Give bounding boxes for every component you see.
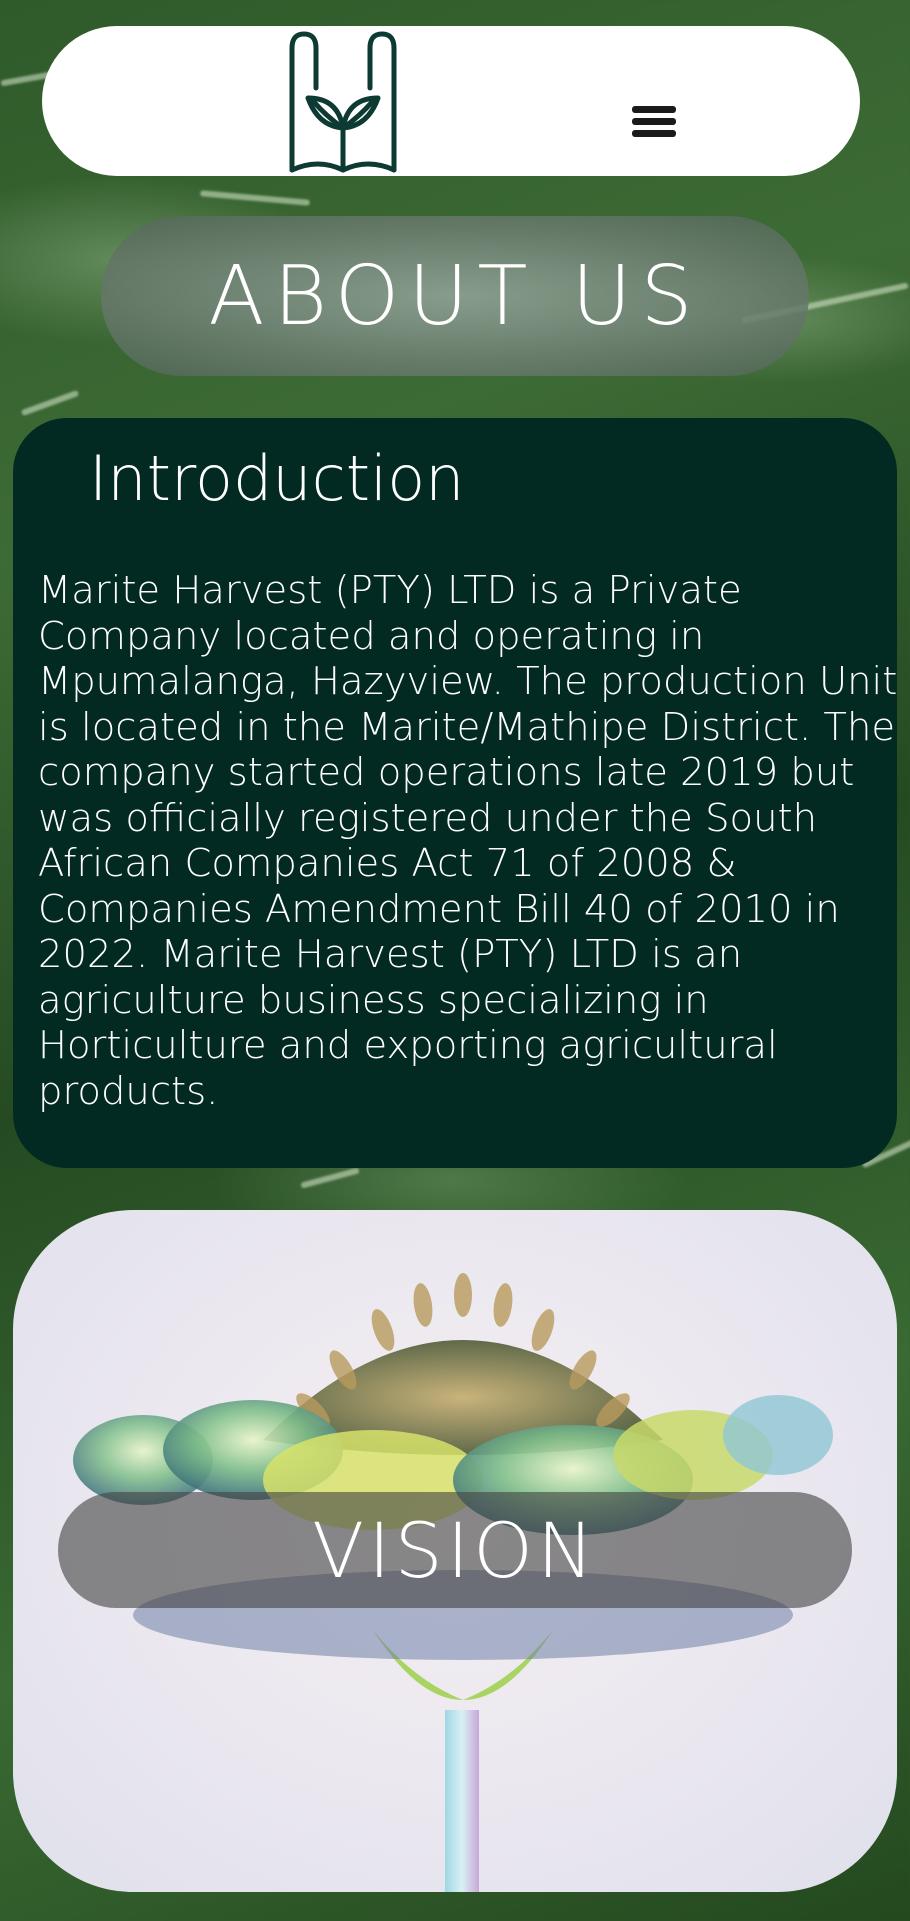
vision-title: VISION [312, 1505, 598, 1595]
hamburger-menu-icon[interactable] [632, 106, 676, 142]
vision-card: VISION [13, 1210, 897, 1892]
about-us-banner: ABOUT US [101, 216, 809, 376]
background-streak [199, 190, 311, 206]
page-title: ABOUT US [208, 248, 702, 344]
vision-banner: VISION [58, 1492, 852, 1608]
introduction-heading: Introduction [89, 442, 465, 515]
background-streak [300, 1167, 360, 1189]
background-streak [20, 389, 80, 417]
menu-bar [632, 130, 676, 137]
menu-bar [632, 118, 676, 125]
site-header [42, 26, 860, 176]
leaf-logo-icon[interactable] [278, 28, 408, 176]
introduction-text: Marite Harvest (PTY) LTD is a Private Co… [38, 568, 898, 1114]
menu-bar [632, 106, 676, 113]
introduction-card: Introduction Marite Harvest (PTY) LTD is… [13, 418, 897, 1168]
